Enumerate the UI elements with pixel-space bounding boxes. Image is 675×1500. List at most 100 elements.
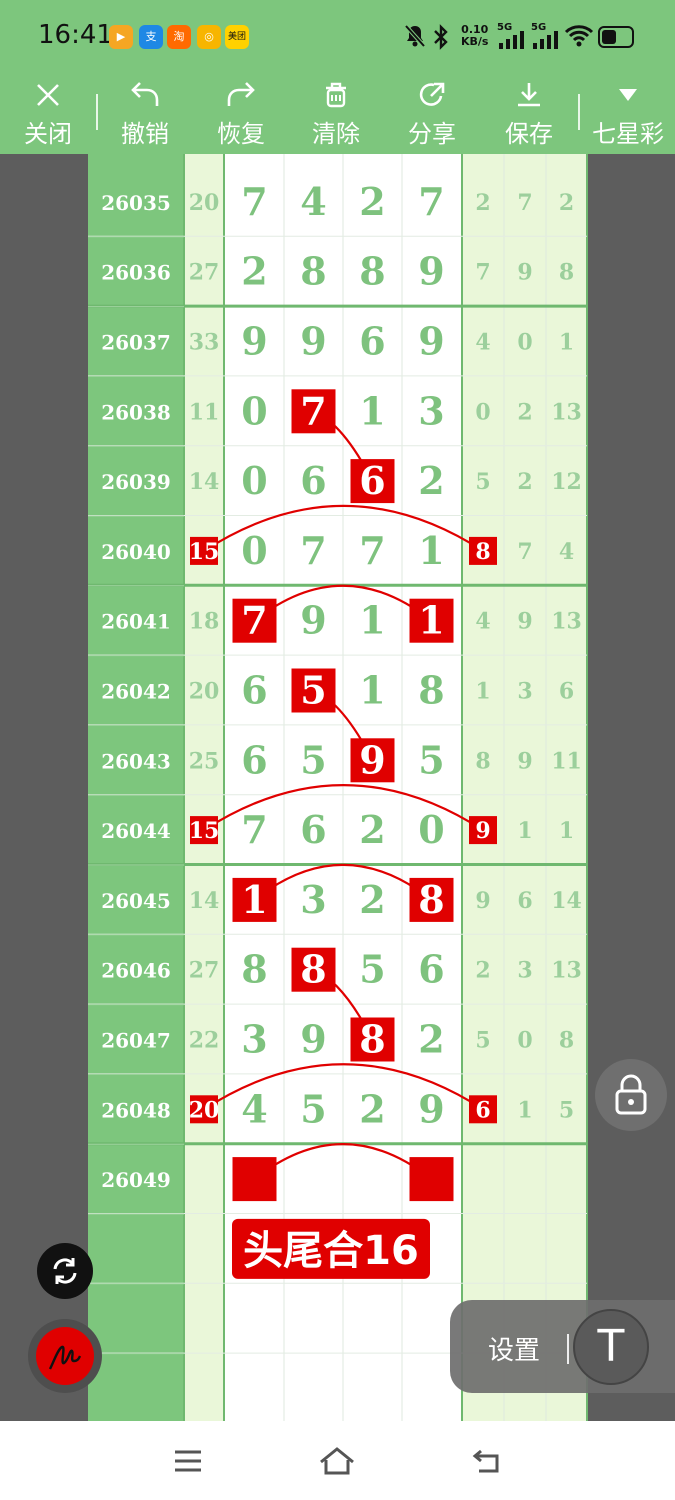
close-button[interactable]: 关闭 (6, 76, 90, 154)
undo-button[interactable]: 撤销 (103, 76, 187, 154)
digit-value: 6 (300, 458, 326, 503)
digit-value: 9 (300, 598, 326, 643)
sum-value: 15 (189, 539, 220, 565)
sum-value: 14 (189, 469, 220, 495)
prediction-box[interactable] (232, 1157, 277, 1202)
tail-value: 1 (517, 1097, 532, 1123)
digit-value: 2 (359, 807, 385, 852)
close-icon (6, 78, 90, 112)
tail-value: 4 (475, 330, 490, 356)
tail-value: 9 (517, 609, 532, 635)
tail-value: 8 (559, 260, 574, 286)
download-icon (487, 78, 571, 112)
digit-value: 7 (300, 388, 326, 433)
pen-button[interactable] (28, 1319, 102, 1393)
lottery-selector-button[interactable]: 七星彩 (585, 76, 671, 154)
lock-button[interactable] (595, 1059, 667, 1131)
menu-button[interactable] (163, 1439, 213, 1483)
tail-value: 0 (475, 399, 490, 425)
save-button[interactable]: 保存 (487, 76, 571, 154)
digit-value: 9 (300, 1017, 326, 1062)
digit-value: 8 (418, 668, 444, 713)
battery-icon (598, 26, 634, 48)
digit-value: 0 (241, 388, 267, 433)
tail-value: 6 (559, 679, 574, 705)
digit-value: 1 (359, 668, 385, 713)
digit-value: 9 (418, 1086, 444, 1131)
sum-value: 15 (189, 818, 220, 844)
text-tool-button[interactable]: T (573, 1309, 649, 1385)
save-label: 保存 (505, 120, 553, 148)
digit-value: 8 (418, 877, 444, 922)
sum-value: 11 (189, 399, 220, 425)
digit-value: 8 (241, 947, 267, 992)
rotate-button[interactable] (37, 1243, 93, 1299)
trend-chart[interactable]: 26035 20 7 4 2 7 2 7 226036 27 2 8 8 9 7 9 826037 33 9 9 6 9 4… (0, 154, 675, 1421)
tail-value: 13 (551, 399, 582, 425)
digit-value: 8 (300, 249, 326, 294)
settings-button[interactable]: 设置 (488, 1330, 540, 1367)
annotation-text: 头尾合16 (243, 1228, 419, 1274)
period-number: 26049 (101, 1168, 171, 1192)
digit-value: 9 (418, 249, 444, 294)
digit-value: 0 (418, 807, 444, 852)
settings-panel: 设置 T (450, 1300, 675, 1393)
video-app-icon: ▶ (109, 25, 133, 49)
tail-value: 2 (475, 190, 490, 216)
digit-value: 2 (241, 249, 267, 294)
digit-value: 6 (241, 668, 267, 713)
redo-icon (199, 78, 283, 112)
period-number: 26035 (101, 191, 171, 215)
clear-button[interactable]: 清除 (294, 76, 378, 154)
digit-value: 6 (359, 458, 385, 503)
sum-value: 20 (189, 1097, 220, 1123)
tail-value: 1 (559, 818, 574, 844)
home-button[interactable] (312, 1439, 362, 1483)
share-button[interactable]: 分享 (390, 76, 474, 154)
period-number: 26041 (101, 610, 171, 634)
pen-button-inner (36, 1327, 94, 1385)
tail-value: 9 (475, 818, 490, 844)
digit-value: 6 (300, 807, 326, 852)
digit-value: 5 (300, 668, 326, 713)
tail-value: 8 (475, 748, 490, 774)
period-number: 26039 (101, 470, 171, 494)
back-button[interactable] (462, 1439, 512, 1483)
sum-value: 27 (189, 958, 220, 984)
redo-label: 恢复 (217, 120, 265, 148)
digit-value: 3 (418, 388, 444, 433)
period-number: 26036 (101, 261, 171, 285)
prediction-box[interactable] (409, 1157, 454, 1202)
period-number: 26048 (101, 1098, 171, 1122)
digit-value: 1 (418, 598, 444, 643)
network-speed: 0.10 KB/s (461, 24, 488, 48)
tail-value: 3 (517, 958, 532, 984)
digit-value: 8 (300, 947, 326, 992)
tail-value: 2 (517, 469, 532, 495)
sum-value: 20 (189, 679, 220, 705)
text-tool-icon: T (597, 1321, 625, 1372)
digit-value: 1 (418, 528, 444, 573)
period-number: 26037 (101, 331, 171, 355)
tail-value: 13 (551, 609, 582, 635)
tail-value: 2 (559, 190, 574, 216)
tail-value: 6 (517, 888, 532, 914)
tail-value: 7 (475, 260, 490, 286)
tail-value: 13 (551, 958, 582, 984)
digit-value: 9 (300, 319, 326, 364)
tail-value: 14 (551, 888, 582, 914)
digit-value: 5 (300, 1086, 326, 1131)
sum-value: 27 (189, 260, 220, 286)
tail-value: 1 (517, 818, 532, 844)
sum-value: 33 (189, 330, 220, 356)
navigation-bar (0, 1421, 675, 1500)
redo-button[interactable]: 恢复 (199, 76, 283, 154)
digit-value: 3 (241, 1017, 267, 1062)
home-icon (320, 1447, 354, 1475)
tail-value: 2 (517, 399, 532, 425)
meituan-app-icon: 美团 (225, 25, 249, 49)
tail-value: 11 (551, 748, 582, 774)
digit-value: 1 (241, 877, 267, 922)
period-number: 26038 (101, 400, 171, 424)
clear-label: 清除 (312, 120, 360, 148)
